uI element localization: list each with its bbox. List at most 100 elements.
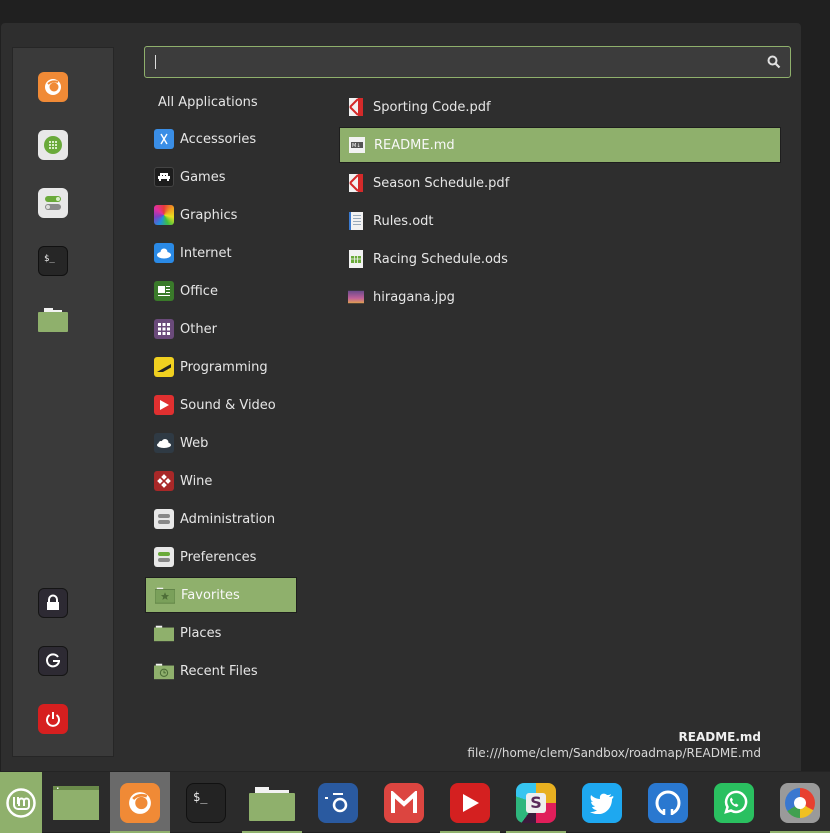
category-other[interactable]: Other — [145, 311, 297, 347]
svg-text:$_: $_ — [44, 254, 55, 264]
lock-screen-button[interactable] — [38, 588, 68, 618]
terminal-icon: $_ — [186, 782, 226, 823]
category-label: Recent Files — [180, 663, 258, 679]
search-input[interactable] — [153, 53, 753, 71]
file-item[interactable]: Racing Schedule.ods — [339, 241, 781, 277]
taskbar-gmail[interactable] — [374, 772, 434, 833]
category-label: Programming — [180, 359, 268, 375]
preferences-icon — [154, 547, 174, 567]
category-internet[interactable]: Internet — [145, 235, 297, 271]
games-icon — [154, 167, 174, 187]
category-label: Games — [180, 169, 226, 185]
category-label: Favorites — [181, 587, 240, 603]
file-label: Racing Schedule.ods — [373, 251, 508, 267]
office-icon — [154, 281, 174, 301]
category-recent-files[interactable]: Recent Files — [145, 653, 297, 689]
administration-icon — [154, 509, 174, 529]
category-graphics[interactable]: Graphics — [145, 197, 297, 233]
category-programming[interactable]: Programming — [145, 349, 297, 385]
category-label: Accessories — [180, 131, 257, 147]
pdf-icon — [348, 98, 364, 116]
twitter-icon — [582, 782, 622, 823]
category-preferences[interactable]: Preferences — [145, 539, 297, 575]
application-menu: $_ All Applications Accessories Games Gr… — [1, 23, 801, 771]
quit-button[interactable] — [38, 704, 68, 734]
category-games[interactable]: Games — [145, 159, 297, 195]
category-administration[interactable]: Administration — [145, 501, 297, 537]
taskbar-youtube[interactable] — [440, 772, 500, 833]
file-label: hiragana.jpg — [373, 289, 455, 305]
category-favorites[interactable]: Favorites — [145, 577, 297, 613]
category-places[interactable]: Places — [145, 615, 297, 651]
svg-text:M↓: M↓ — [352, 143, 361, 149]
taskbar-firefox[interactable] — [110, 772, 170, 833]
folder-icon — [249, 786, 295, 821]
category-label: Office — [180, 283, 218, 299]
gmail-icon — [384, 782, 424, 823]
taskbar-files[interactable] — [242, 772, 302, 833]
side-favorite-terminal[interactable]: $_ — [38, 246, 68, 276]
category-label: Preferences — [180, 549, 257, 565]
taskbar-whatsapp[interactable] — [704, 772, 764, 833]
pdf-icon — [348, 174, 364, 192]
taskbar-menu-button[interactable] — [0, 772, 42, 833]
lock-icon — [47, 594, 59, 610]
taskbar-github[interactable] — [638, 772, 698, 833]
internet-icon — [154, 243, 174, 263]
whatsapp-icon — [714, 782, 754, 823]
logout-icon — [46, 653, 60, 668]
taskbar-terminal[interactable]: $_ — [176, 772, 236, 833]
youtube-icon — [450, 782, 490, 823]
side-favorite-software-manager[interactable] — [38, 130, 68, 160]
category-accessories[interactable]: Accessories — [145, 121, 297, 157]
software-manager-icon — [44, 136, 62, 154]
side-favorite-system-settings[interactable] — [38, 188, 68, 218]
recent-files-folder-icon — [154, 661, 174, 681]
text-caret — [155, 55, 156, 69]
github-icon — [648, 782, 688, 823]
taskbar-chrome[interactable] — [770, 772, 830, 833]
slack-icon: S — [516, 782, 556, 823]
show-desktop-icon — [53, 785, 99, 820]
settings-toggle-icon — [45, 196, 61, 210]
category-all-applications[interactable]: All Applications — [158, 95, 258, 110]
category-sound-video[interactable]: Sound & Video — [145, 387, 297, 423]
chrome-icon — [780, 782, 820, 823]
terminal-icon: $_ — [44, 254, 55, 264]
image-icon — [348, 288, 364, 306]
category-wine[interactable]: Wine — [145, 463, 297, 499]
category-web[interactable]: Web — [145, 425, 297, 461]
search-icon[interactable] — [767, 55, 781, 69]
category-label: Graphics — [180, 207, 238, 223]
folder-icon — [38, 308, 68, 332]
category-label: Web — [180, 435, 209, 451]
category-label: Wine — [180, 473, 213, 489]
camera-icon — [318, 782, 358, 823]
category-label: Other — [180, 321, 217, 337]
selected-item-name: README.md — [678, 730, 761, 744]
file-item[interactable]: Rules.odt — [339, 203, 781, 239]
search-box[interactable] — [144, 46, 791, 78]
firefox-icon — [120, 782, 160, 823]
web-icon — [154, 433, 174, 453]
taskbar-screenshot[interactable] — [308, 772, 368, 833]
file-item[interactable]: Season Schedule.pdf — [339, 165, 781, 201]
sound-video-icon — [154, 395, 174, 415]
file-item[interactable]: M↓ README.md — [339, 127, 781, 163]
category-office[interactable]: Office — [145, 273, 297, 309]
places-folder-icon — [154, 623, 174, 643]
side-favorite-firefox[interactable] — [38, 72, 68, 102]
accessories-icon — [154, 129, 174, 149]
logout-button[interactable] — [38, 646, 68, 676]
taskbar-show-desktop[interactable] — [48, 772, 104, 833]
side-favorite-files[interactable] — [38, 304, 68, 334]
file-label: README.md — [374, 137, 455, 153]
markdown-icon: M↓ — [349, 136, 365, 154]
file-item[interactable]: hiragana.jpg — [339, 279, 781, 315]
taskbar: $_ S — [0, 771, 830, 833]
category-label: Administration — [180, 511, 276, 527]
taskbar-slack[interactable]: S — [506, 772, 566, 833]
other-icon — [154, 319, 174, 339]
file-item[interactable]: Sporting Code.pdf — [339, 89, 781, 125]
taskbar-twitter[interactable] — [572, 772, 632, 833]
